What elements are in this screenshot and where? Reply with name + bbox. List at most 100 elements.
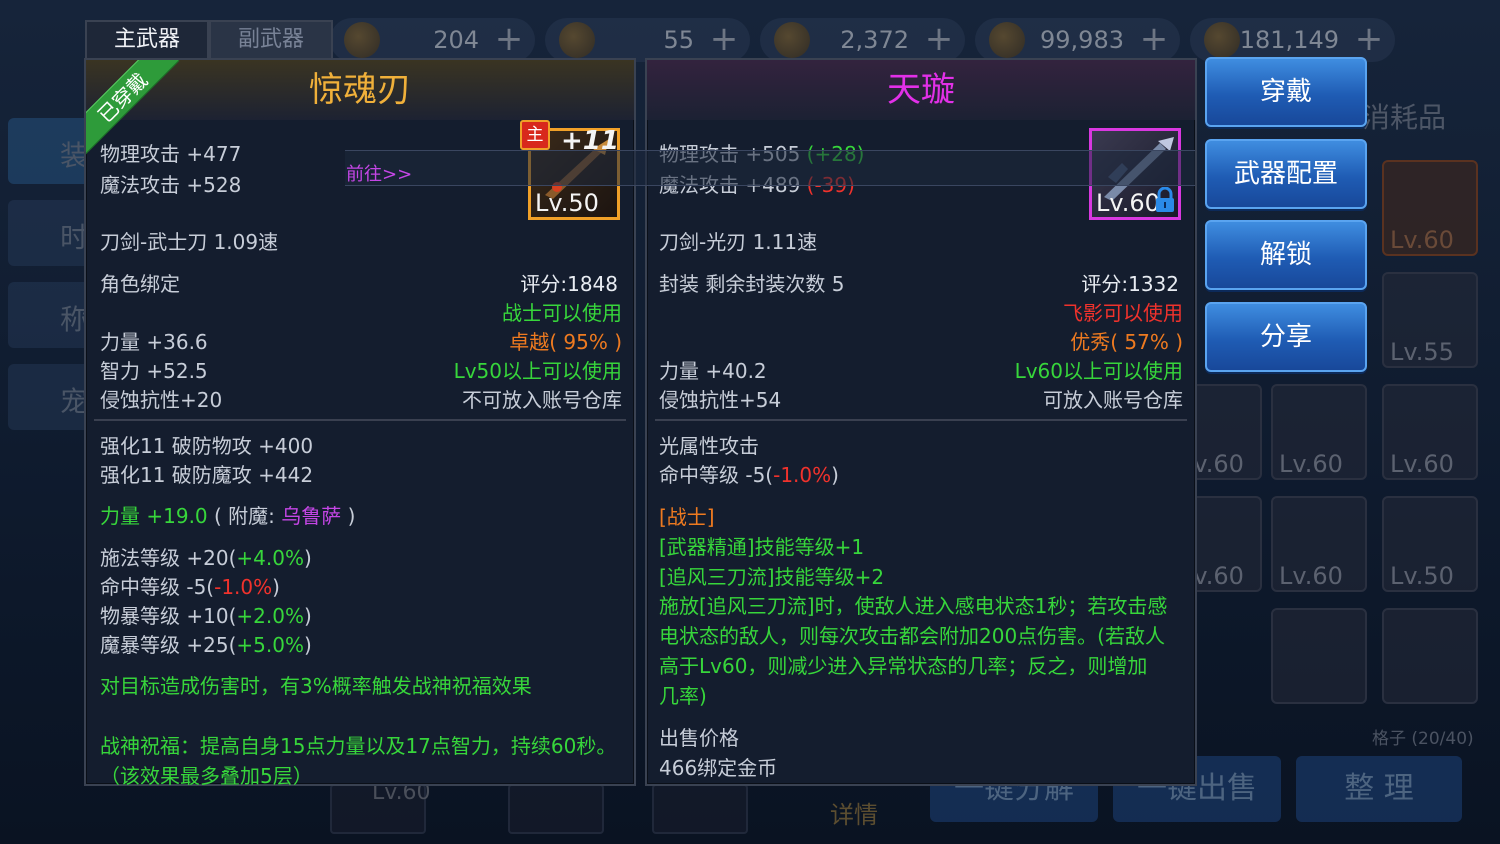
stat-close: )	[272, 575, 280, 599]
inventory-slot-empty[interactable]	[1271, 608, 1367, 704]
storage-rule: 不可放入账号仓库	[462, 388, 622, 412]
strength: 力量 +36.6	[100, 330, 208, 354]
treasure-icon	[774, 22, 810, 58]
tab-sub-weapon[interactable]: 副武器	[209, 20, 333, 58]
inventory-slot[interactable]: Lv.60	[1382, 384, 1478, 480]
stat-close: )	[303, 546, 312, 570]
item-name: 天璇	[887, 70, 955, 110]
bag-slot[interactable]	[508, 784, 604, 834]
stat-hit-level: 命中等级 -5(-1.0%)	[100, 571, 280, 600]
level-requirement: Lv60以上可以使用	[1014, 359, 1183, 383]
skill-bonus: [追风三刀流]技能等级+2	[659, 565, 885, 589]
currency-bound-gold: 181,149 +	[1190, 18, 1395, 62]
stat-value: -1.0%	[214, 575, 273, 599]
stat-value: +5.0%	[236, 633, 304, 657]
strength: 力量 +40.2	[659, 359, 767, 383]
element-attack: 光属性攻击	[659, 434, 759, 458]
equipped-ribbon: 已穿戴	[86, 60, 180, 155]
class-tag: [战士]	[659, 505, 715, 529]
inventory-slot[interactable]: Lv.60	[1382, 160, 1478, 256]
lock-icon	[1156, 187, 1174, 212]
scroll-icon	[559, 22, 595, 58]
stat-phys-crit-level: 物暴等级 +10(+2.0%)	[100, 600, 312, 629]
bag-slot[interactable]	[652, 784, 748, 834]
currency-coin: 204 +	[330, 18, 535, 62]
currency-treasure: 2,372 +	[760, 18, 965, 62]
magic-attack: 魔法攻击 +528	[100, 173, 242, 197]
grid-count: 格子 (20/40)	[1372, 729, 1474, 749]
add-icon[interactable]: +	[493, 22, 525, 56]
stat-label: 命中等级 -5(	[100, 575, 215, 599]
skill-effect-line: 高于Lv60，则减少进入异常状态的几率；反之，则增加	[659, 654, 1148, 678]
item-name: 惊魂刃	[309, 70, 411, 110]
add-icon[interactable]: +	[1138, 22, 1170, 56]
tab-equipment[interactable]: 装	[8, 118, 90, 184]
enchant-value: +19.0	[146, 504, 208, 528]
skill-bonus: [武器精通]技能等级+1	[659, 535, 865, 559]
item-level: Lv.60	[1096, 189, 1160, 217]
left-category-tabs: 装 时 称 宠	[8, 118, 90, 446]
corrosion-resist: 侵蚀抗性+20	[100, 388, 223, 412]
item-level: Lv.50	[535, 189, 599, 217]
bound-gold-icon	[1204, 22, 1240, 58]
inventory-slot[interactable]: Lv.60	[1271, 384, 1367, 480]
level-requirement: Lv50以上可以使用	[453, 359, 622, 383]
class-requirement: 战士可以使用	[502, 301, 622, 325]
equip-button[interactable]: 穿戴	[1205, 57, 1367, 127]
detail-label[interactable]: 详情	[830, 795, 878, 830]
skill-effect-line: 施放[追风三刀流]时，使敌人进入感电状态1秒；若攻击感	[659, 594, 1168, 618]
stat-value: +4.0%	[236, 546, 304, 570]
currency-gold: 99,983 +	[975, 18, 1180, 62]
tab-main-weapon[interactable]: 主武器	[85, 20, 209, 58]
sell-price-label: 出售价格	[659, 726, 739, 750]
quality: 优秀( 57% )	[1070, 330, 1183, 354]
add-icon[interactable]: +	[708, 22, 740, 56]
add-icon[interactable]: +	[1353, 22, 1385, 56]
stat-hit-level: 命中等级 -5(-1.0%)	[659, 459, 839, 488]
share-button[interactable]: 分享	[1205, 302, 1367, 372]
stack-note: （该效果最多叠加5层）	[100, 764, 313, 788]
tab-pet[interactable]: 宠	[8, 364, 90, 430]
tab-title[interactable]: 称	[8, 282, 90, 348]
corrosion-resist: 侵蚀抗性+54	[659, 388, 782, 412]
stat-value: +2.0%	[236, 604, 304, 628]
stat-magic-crit-level: 魔暴等级 +25(+5.0%)	[100, 629, 312, 658]
item-title-bar: 天璇	[647, 60, 1195, 120]
currency-value: 181,149	[1239, 26, 1339, 54]
tab-fashion[interactable]: 时	[8, 200, 90, 266]
quality: 卓越( 95% )	[509, 330, 622, 354]
inventory-slot[interactable]: Lv.60	[1271, 496, 1367, 592]
inventory-slot[interactable]: Lv.50	[1382, 496, 1478, 592]
stat-label: 施法等级 +20(	[100, 546, 237, 570]
score: 评分:1848	[520, 272, 618, 296]
unlock-button[interactable]: 解锁	[1205, 220, 1367, 290]
stat-close: )	[303, 604, 312, 628]
inventory-slot-empty[interactable]	[1382, 608, 1478, 704]
enhance-phys: 强化11 破防物攻 +400	[100, 434, 314, 458]
stat-close: )	[303, 633, 312, 657]
stat-label: 命中等级 -5(	[659, 463, 774, 487]
divider	[655, 419, 1187, 421]
coin-icon	[344, 22, 380, 58]
goto-link[interactable]: 前往>>	[346, 160, 412, 186]
score: 评分:1332	[1081, 272, 1179, 296]
divider	[94, 419, 626, 421]
blessing-effect: 战神祝福：提高自身15点力量以及17点智力，持续60秒。	[100, 734, 617, 758]
enchant-name: 乌鲁萨	[281, 504, 342, 528]
add-icon[interactable]: +	[923, 22, 955, 56]
skill-effect-line: 电状态的敌人，则每次攻击都会附加200点伤害。(若敌人	[659, 624, 1165, 648]
overlay-strip	[345, 150, 1195, 186]
inventory-slot[interactable]: Lv.55	[1382, 272, 1478, 368]
intelligence: 智力 +52.5	[100, 359, 208, 383]
main-weapon-badge: 主	[520, 120, 550, 150]
enchant-stat: 力量	[100, 504, 140, 528]
sort-button[interactable]: 整 理	[1296, 756, 1462, 822]
class-requirement: 飞影可以使用	[1063, 301, 1183, 325]
type-speed: 刀剑-光刃 1.11速	[659, 230, 818, 254]
skill-effect-line: 几率)	[659, 684, 707, 708]
tab-consumables[interactable]: 消耗品	[1362, 96, 1446, 136]
storage-rule: 可放入账号仓库	[1043, 388, 1183, 412]
enchant-line: 力量 +19.0 ( 附魔: 乌鲁萨 )	[100, 500, 355, 529]
stat-close: )	[831, 463, 839, 487]
weapon-config-button[interactable]: 武器配置	[1205, 139, 1367, 209]
